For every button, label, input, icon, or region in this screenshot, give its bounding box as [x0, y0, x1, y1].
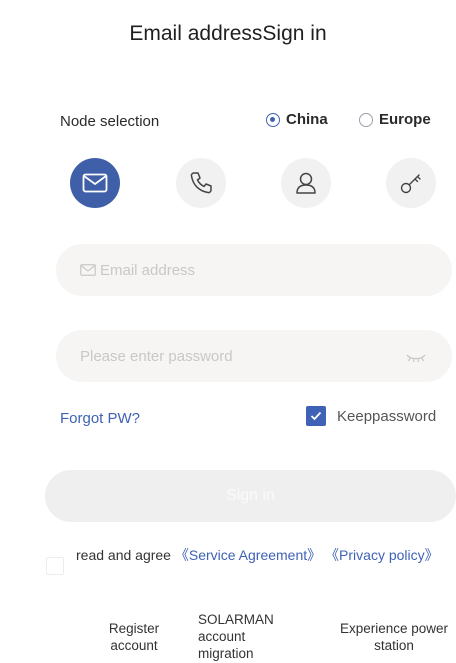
account-migration-link[interactable]: SOLARMAN account migration: [198, 611, 276, 662]
email-input[interactable]: [100, 261, 400, 279]
keep-password-label: Keeppassword: [337, 407, 437, 425]
user-icon: [296, 172, 316, 194]
envelope-icon: [82, 173, 108, 193]
password-field[interactable]: [56, 330, 452, 382]
page-title: Email addressSign in: [129, 22, 327, 45]
key-login-tab[interactable]: [386, 158, 436, 208]
node-option-china[interactable]: China: [266, 111, 328, 128]
node-selection-label: Node selection: [60, 113, 160, 130]
radio-selected-icon: [266, 112, 280, 127]
agreement-prefix: read and agree: [76, 547, 175, 563]
account-login-tab[interactable]: [281, 158, 331, 208]
key-icon: [400, 174, 421, 194]
register-account-link[interactable]: Register account: [92, 620, 176, 654]
hide-password-icon[interactable]: [406, 350, 426, 368]
email-login-tab[interactable]: [70, 158, 120, 208]
phone-login-tab[interactable]: [176, 158, 226, 208]
forgot-password-link[interactable]: Forgot PW?: [60, 410, 140, 427]
node-option-europe-label: Europe: [379, 111, 431, 128]
radio-unselected-icon: [359, 112, 373, 127]
agree-checkbox[interactable]: [46, 557, 64, 575]
password-input[interactable]: [80, 347, 380, 365]
phone-icon: [190, 172, 212, 194]
envelope-icon: [80, 264, 96, 276]
email-field[interactable]: [56, 244, 452, 296]
privacy-policy-link[interactable]: 《Privacy policy》: [321, 547, 439, 563]
agreement-text: read and agree 《Service Agreement》 《Priv…: [76, 545, 446, 565]
experience-power-station-link[interactable]: Experience power station: [335, 620, 453, 654]
node-option-china-label: China: [286, 111, 328, 128]
checkbox-checked-icon[interactable]: [306, 406, 326, 426]
node-option-europe[interactable]: Europe: [359, 111, 431, 128]
service-agreement-link[interactable]: 《Service Agreement》: [175, 547, 321, 563]
keep-password-toggle[interactable]: Keeppassword: [306, 406, 436, 426]
sign-in-button[interactable]: Sign in: [45, 470, 456, 522]
